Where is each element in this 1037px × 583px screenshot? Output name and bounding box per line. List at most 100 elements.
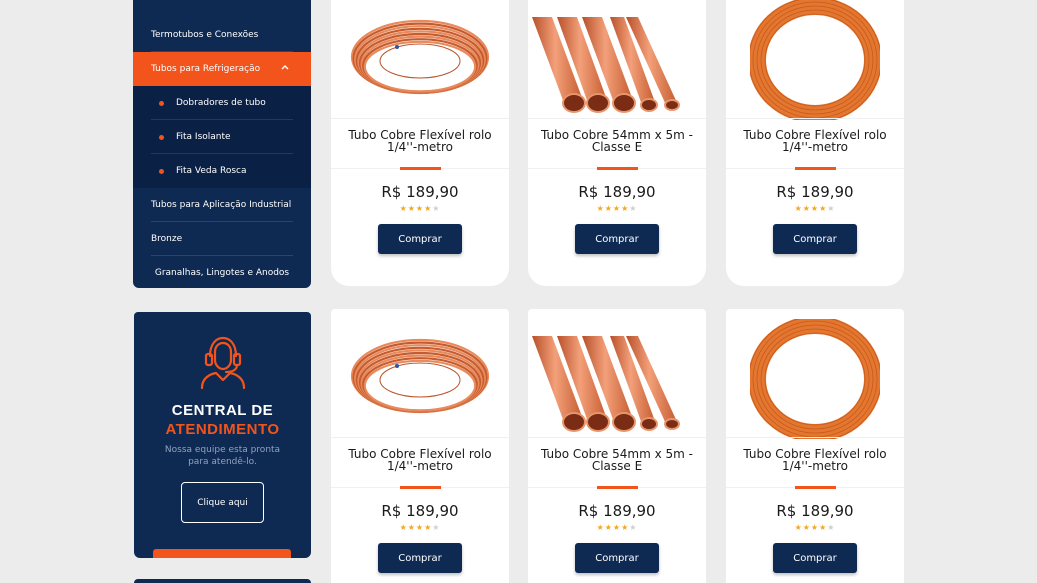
- star-icon: ★: [802, 523, 811, 532]
- product-price: R$ 189,90: [381, 502, 459, 520]
- bullet-icon: [159, 135, 164, 140]
- buy-button[interactable]: Comprar: [378, 543, 462, 573]
- divider: [726, 437, 904, 438]
- support-description: Nossa equipe esta pronta para atendê-lo.: [164, 445, 281, 467]
- star-icon: ★: [810, 204, 820, 213]
- buy-button[interactable]: Comprar: [773, 543, 857, 573]
- product-image[interactable]: [726, 0, 904, 120]
- rating-stars: ★★★★★: [528, 523, 706, 532]
- star-icon: ★: [604, 523, 613, 532]
- copper-pipes-icon: [532, 0, 702, 122]
- sidebar-item-termotubos[interactable]: Termotubos e Conexões: [133, 18, 311, 52]
- star-icon: ★: [399, 523, 408, 532]
- support-orange-bar: [153, 549, 291, 558]
- product-price: R$ 189,90: [381, 183, 459, 201]
- product-card[interactable]: Tubo Cobre Flexível rolo 1/4''-metro R$ …: [331, 0, 509, 286]
- copper-ring-icon: [750, 318, 880, 439]
- submenu-item-fita-isolante[interactable]: Fita Isolante: [133, 120, 311, 154]
- next-sidebar-box: [134, 579, 311, 583]
- bullet-icon: [159, 169, 164, 174]
- divider: [331, 118, 509, 119]
- star-icon: ★: [415, 204, 425, 213]
- star-icon: ★: [399, 204, 408, 213]
- rating-stars: ★★★★★: [726, 204, 904, 213]
- submenu-item-fita-veda-rosca[interactable]: Fita Veda Rosca: [133, 154, 311, 188]
- product-card[interactable]: Tubo Cobre Flexível rolo 1/4''-metro R$ …: [726, 309, 904, 583]
- support-center-box: CENTRAL DE ATENDIMENTO Nossa equipe esta…: [134, 312, 311, 558]
- star-icon: ★: [827, 204, 836, 213]
- submenu-item-label: Fita Veda Rosca: [176, 166, 247, 176]
- buy-button[interactable]: Comprar: [378, 224, 462, 254]
- sidebar-heading: PRODUTOS: [133, 0, 311, 18]
- sidebar-item-label: Bronze: [151, 234, 183, 244]
- divider: [331, 437, 509, 438]
- submenu-item-dobradores[interactable]: Dobradores de tubo: [133, 86, 311, 120]
- star-icon: ★: [802, 204, 811, 213]
- sidebar-item-aplicacao-industrial[interactable]: Tubos para Aplicação Industrial: [133, 188, 311, 222]
- product-image[interactable]: [528, 319, 706, 438]
- product-card[interactable]: Tubo Cobre Flexível rolo 1/4''-metro R$ …: [726, 0, 904, 286]
- product-image[interactable]: [528, 0, 706, 119]
- rating-stars: ★★★★★: [331, 204, 509, 213]
- buy-button[interactable]: Comprar: [575, 224, 659, 254]
- category-sidebar: PRODUTOS Termotubos e Conexões Tubos par…: [133, 0, 311, 288]
- support-click-button[interactable]: Clique aqui: [181, 482, 264, 523]
- buy-button[interactable]: Comprar: [575, 543, 659, 573]
- star-icon: ★: [432, 523, 441, 532]
- product-price: R$ 189,90: [578, 502, 656, 520]
- sidebar-item-bronze[interactable]: Bronze: [133, 222, 311, 256]
- product-title[interactable]: Tubo Cobre Flexível rolo 1/4''-metro: [734, 129, 896, 153]
- accent-bar: [795, 167, 836, 170]
- accent-bar: [400, 486, 441, 489]
- star-icon: ★: [604, 204, 613, 213]
- bullet-icon: [159, 101, 164, 106]
- accent-bar: [795, 486, 836, 489]
- product-image[interactable]: [331, 319, 509, 438]
- star-icon: ★: [827, 523, 836, 532]
- product-price: R$ 189,90: [578, 183, 656, 201]
- rating-stars: ★★★★★: [331, 523, 509, 532]
- copper-pipes-icon: [532, 316, 702, 441]
- product-title[interactable]: Tubo Cobre Flexível rolo 1/4''-metro: [339, 448, 501, 472]
- product-title[interactable]: Tubo Cobre Flexível rolo 1/4''-metro: [734, 448, 896, 472]
- headset-agent-icon: [200, 336, 246, 390]
- submenu-tubos-refrigeracao: Dobradores de tubo Fita Isolante Fita Ve…: [133, 86, 311, 188]
- star-icon: ★: [612, 523, 622, 532]
- copper-coil-icon: [345, 5, 495, 115]
- product-title[interactable]: Tubo Cobre 54mm x 5m - Classe E: [536, 448, 698, 472]
- product-price: R$ 189,90: [776, 502, 854, 520]
- product-title[interactable]: Tubo Cobre Flexível rolo 1/4''-metro: [339, 129, 501, 153]
- accent-bar: [597, 486, 638, 489]
- star-icon: ★: [794, 204, 803, 213]
- sidebar-item-label: Termotubos e Conexões: [151, 30, 259, 40]
- divider: [726, 118, 904, 119]
- star-icon: ★: [794, 523, 803, 532]
- sidebar-item-label: Tubos para Refrigeração: [151, 64, 261, 74]
- star-icon: ★: [407, 204, 416, 213]
- star-icon: ★: [596, 523, 605, 532]
- submenu-item-label: Dobradores de tubo: [176, 98, 266, 108]
- sidebar-item-tubos-refrigeracao[interactable]: Tubos para Refrigeração: [133, 52, 311, 86]
- buy-button[interactable]: Comprar: [773, 224, 857, 254]
- star-icon: ★: [810, 523, 820, 532]
- rating-stars: ★★★★★: [528, 204, 706, 213]
- submenu-item-label: Fita Isolante: [176, 132, 231, 142]
- star-icon: ★: [612, 204, 622, 213]
- star-icon: ★: [415, 523, 425, 532]
- product-card[interactable]: Tubo Cobre 54mm x 5m - Classe E R$ 189,9…: [528, 309, 706, 583]
- sidebar-item-granalhas[interactable]: Granalhas, Lingotes e Anodos: [133, 256, 311, 288]
- star-icon: ★: [596, 204, 605, 213]
- star-icon: ★: [629, 204, 638, 213]
- product-card[interactable]: Tubo Cobre Flexível rolo 1/4''-metro R$ …: [331, 309, 509, 583]
- rating-stars: ★★★★★: [726, 523, 904, 532]
- support-title-line1: CENTRAL DE: [171, 402, 274, 419]
- copper-coil-icon: [345, 324, 495, 434]
- accent-bar: [597, 167, 638, 170]
- star-icon: ★: [407, 523, 416, 532]
- product-title[interactable]: Tubo Cobre 54mm x 5m - Classe E: [536, 129, 698, 153]
- divider: [528, 118, 706, 119]
- product-image[interactable]: [331, 0, 509, 119]
- star-icon: ★: [629, 523, 638, 532]
- product-card[interactable]: Tubo Cobre 54mm x 5m - Classe E R$ 189,9…: [528, 0, 706, 286]
- product-image[interactable]: [726, 318, 904, 439]
